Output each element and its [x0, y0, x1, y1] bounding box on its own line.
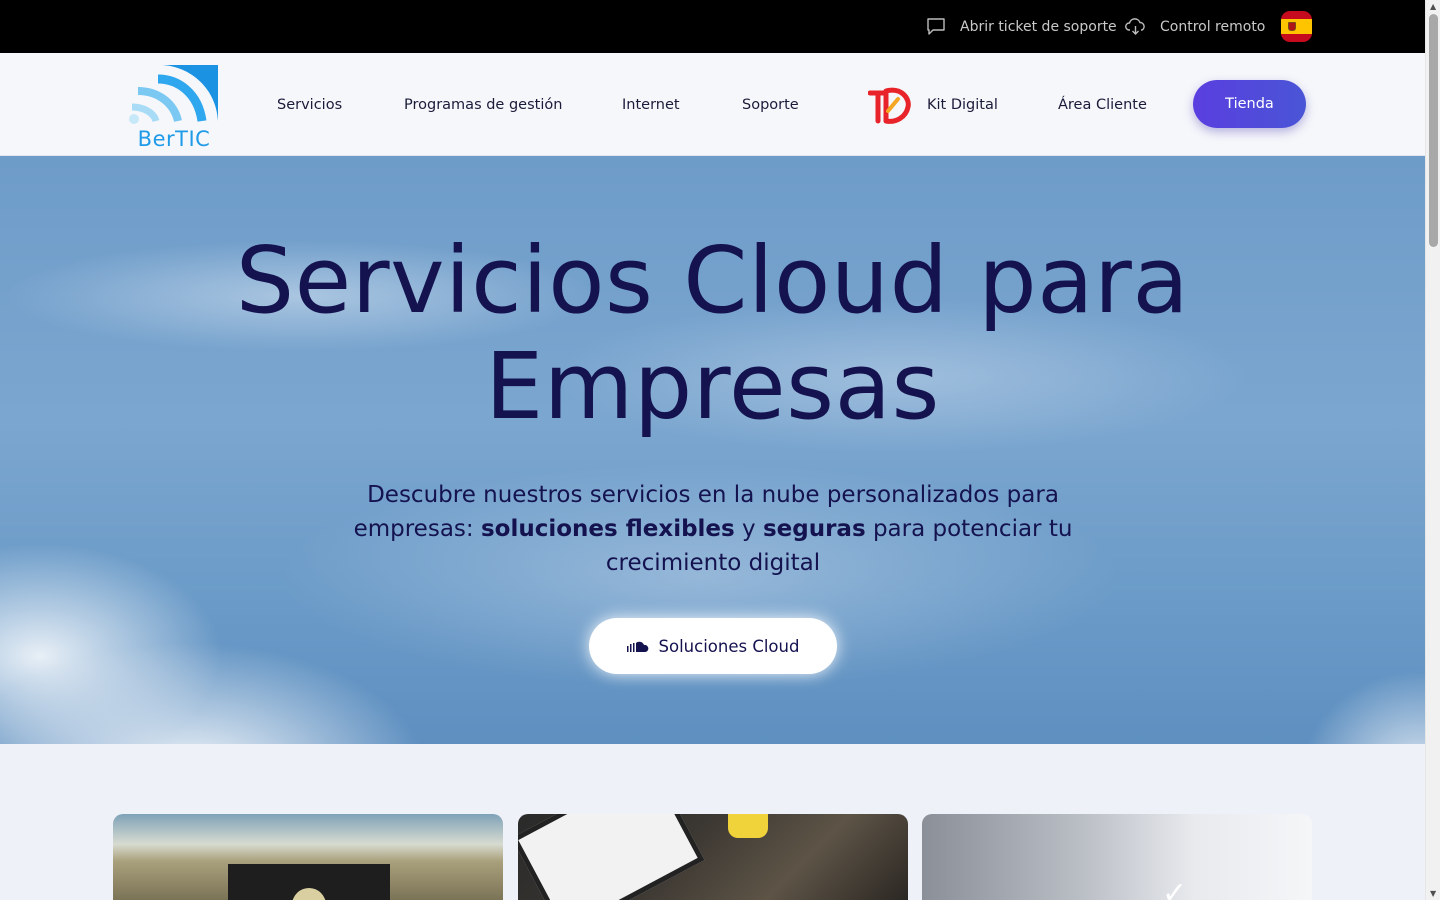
- nav-servicios[interactable]: Servicios: [277, 53, 342, 156]
- tienda-button[interactable]: Tienda: [1193, 80, 1306, 128]
- hero-subtitle-bold2: seguras: [762, 516, 866, 542]
- scroll-up-arrow-icon[interactable]: ▲: [1430, 2, 1436, 11]
- soluciones-cloud-button[interactable]: Soluciones Cloud: [589, 618, 837, 674]
- top-bar: Abrir ticket de soporte Control remoto: [0, 0, 1425, 53]
- card-1-photo-detail: [228, 864, 390, 900]
- cloud-download-icon: [1125, 18, 1145, 35]
- nav-area-cliente[interactable]: Área Cliente: [1058, 53, 1147, 156]
- service-card-3-image[interactable]: ✓: [922, 814, 1312, 900]
- hero-subtitle: Descubre nuestros servicios en la nube p…: [352, 478, 1074, 580]
- bertic-logo[interactable]: BerTIC: [124, 63, 224, 151]
- nav-kit-digital-label: Kit Digital: [927, 96, 998, 113]
- open-ticket-link[interactable]: Abrir ticket de soporte: [926, 0, 1117, 53]
- scroll-thumb[interactable]: [1429, 14, 1438, 247]
- checkmark-icon: ✓: [1162, 876, 1188, 900]
- hero-title-line2: Empresas: [485, 333, 940, 440]
- kit-digital-logo-icon: [868, 87, 911, 124]
- nav-soporte[interactable]: Soporte: [742, 53, 799, 156]
- open-ticket-label: Abrir ticket de soporte: [960, 18, 1117, 35]
- nav-kit-digital[interactable]: Kit Digital: [868, 53, 998, 156]
- logo-text: BerTIC: [137, 127, 211, 151]
- service-card-2-image[interactable]: [518, 814, 908, 900]
- spain-flag-icon[interactable]: [1281, 11, 1312, 42]
- hero-subtitle-bold1: soluciones flexibles: [480, 516, 735, 542]
- hero-title-line1: Servicios Cloud para: [235, 227, 1190, 334]
- hero-title: Servicios Cloud para Empresas: [0, 228, 1425, 440]
- chat-bubble-icon: [927, 18, 945, 35]
- card-2-cup-detail: [728, 814, 768, 838]
- page-scrollbar[interactable]: ▲ ▼: [1425, 0, 1440, 900]
- remote-control-label: Control remoto: [1160, 18, 1266, 35]
- wifi-signal-icon: [129, 65, 218, 124]
- soundcloud-cloud-icon: [626, 641, 648, 652]
- service-card-1-image[interactable]: [113, 814, 503, 900]
- card-2-tablet-detail: [518, 814, 705, 900]
- hero-section: Servicios Cloud para Empresas Descubre n…: [0, 156, 1425, 744]
- hero-subtitle-part2: y: [734, 516, 763, 542]
- main-header: BerTIC Servicios Programas de gestión In…: [0, 53, 1425, 156]
- remote-control-link[interactable]: Control remoto: [1125, 0, 1265, 53]
- scroll-down-arrow-icon[interactable]: ▼: [1430, 889, 1436, 898]
- nav-internet[interactable]: Internet: [622, 53, 680, 156]
- flag-crest: [1288, 22, 1296, 31]
- soluciones-cloud-label: Soluciones Cloud: [658, 636, 800, 656]
- nav-programas-gestion[interactable]: Programas de gestión: [404, 53, 562, 156]
